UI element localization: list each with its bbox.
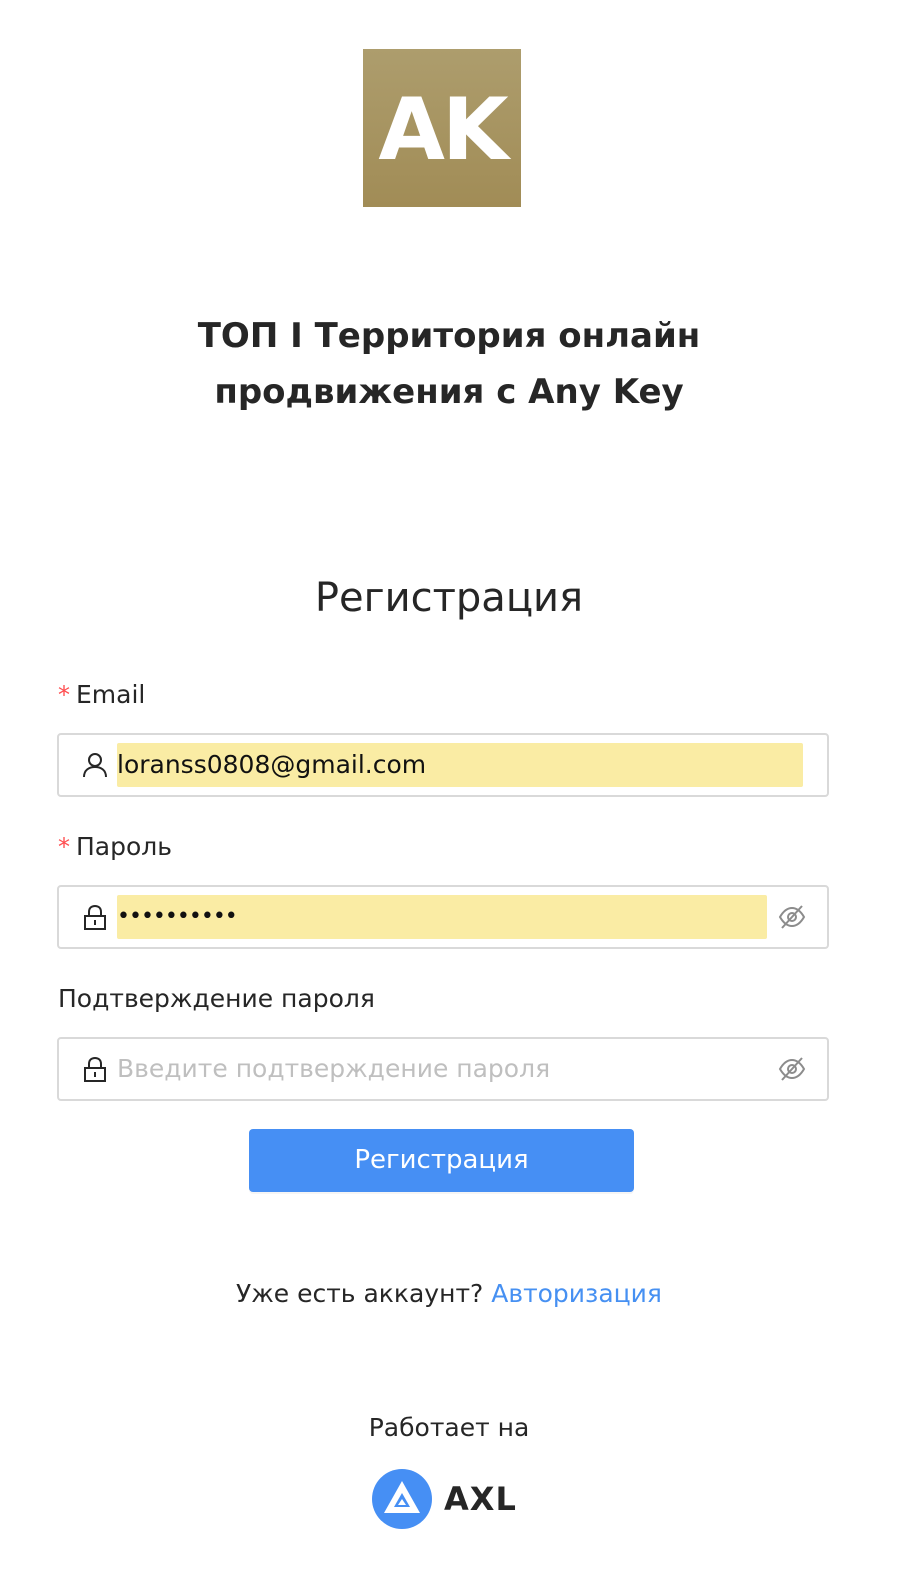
brand-logo[interactable]: AXL: [372, 1468, 517, 1530]
password-label: * Пароль: [58, 831, 172, 863]
org-logo-text: AK: [378, 80, 508, 180]
org-logo: AK: [363, 49, 521, 207]
password-label-text: Пароль: [76, 832, 172, 861]
lock-icon: [81, 903, 109, 931]
form-title: Регистрация: [314, 575, 584, 621]
org-title-line-1: ТОП I Территория онлайн: [197, 316, 701, 356]
email-field[interactable]: loranss0808@gmail.com: [57, 733, 829, 797]
password-input[interactable]: ••••••••••: [117, 887, 238, 947]
powered-by-text: Работает на: [368, 1413, 530, 1442]
axl-logo-icon: [372, 1469, 432, 1529]
eye-invisible-icon[interactable]: [777, 903, 807, 931]
register-button[interactable]: Регистрация: [249, 1129, 634, 1192]
user-icon: [81, 751, 109, 779]
login-prompt: Уже есть аккаунт? Авторизация: [0, 1276, 898, 1312]
brand-name: AXL: [444, 1480, 517, 1518]
confirm-password-field[interactable]: Введите подтверждение пароля: [57, 1037, 829, 1101]
lock-icon: [81, 1055, 109, 1083]
required-mark: *: [58, 833, 70, 861]
email-label: * Email: [58, 679, 145, 711]
password-field[interactable]: ••••••••••: [57, 885, 829, 949]
email-label-text: Email: [76, 680, 146, 709]
confirm-password-input[interactable]: Введите подтверждение пароля: [117, 1039, 550, 1099]
email-input[interactable]: loranss0808@gmail.com: [117, 735, 426, 795]
org-title: ТОП I Территория онлайн продвижения с An…: [100, 308, 798, 420]
confirm-password-label: Подтверждение пароля: [58, 984, 375, 1013]
required-mark: *: [58, 681, 70, 709]
login-link[interactable]: Авторизация: [491, 1279, 662, 1308]
eye-invisible-icon[interactable]: [777, 1055, 807, 1083]
login-prompt-text: Уже есть аккаунт?: [236, 1279, 484, 1308]
org-title-line-2: продвижения с Any Key: [214, 372, 684, 412]
